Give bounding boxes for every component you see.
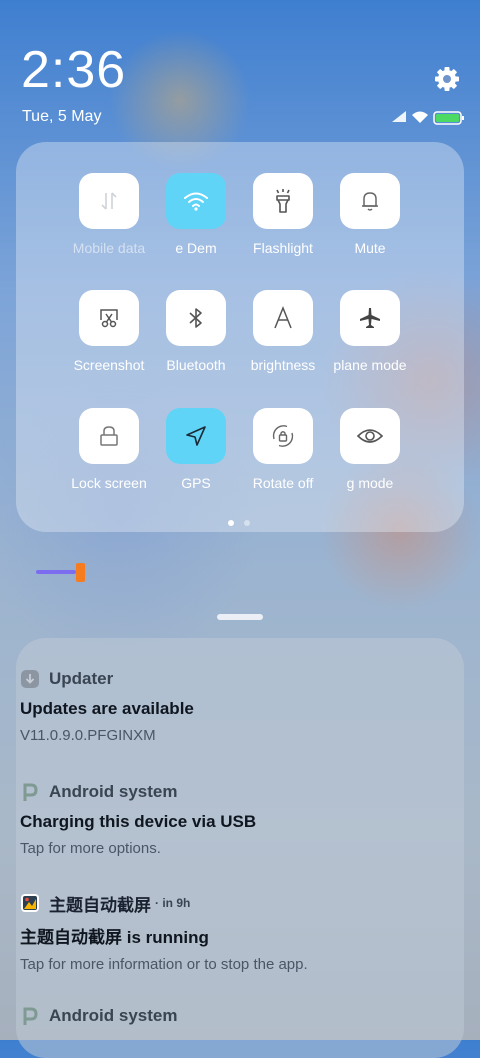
mobile-data-button[interactable]: [79, 173, 139, 229]
notification-title: Charging this device via USB: [20, 812, 257, 831]
app-icon: [20, 893, 40, 913]
notification-auto-screenshot[interactable]: 主题自动截屏 · in 9h 主题自动截屏 is running Tap for…: [20, 892, 440, 973]
notification-body: Tap for more information or to stop the …: [20, 956, 308, 973]
notification-title: 主题自动截屏 is running: [20, 928, 209, 947]
bluetooth-button[interactable]: [166, 290, 226, 346]
lock-icon: [100, 426, 118, 446]
tile-label: Bluetooth: [166, 357, 226, 373]
gps-button[interactable]: [166, 408, 226, 464]
screenshot-icon: [100, 309, 118, 328]
tile-screenshot[interactable]: Screenshot: [65, 290, 153, 375]
wifi-status-icon: [412, 111, 428, 123]
status-bar: 2:36 Tue, 5 May: [0, 0, 480, 140]
notification-body: V11.0.9.0.PFGINXM: [20, 727, 156, 744]
tile-reading-mode[interactable]: g mode: [326, 408, 414, 493]
tile-airplane-mode[interactable]: plane mode: [326, 290, 414, 375]
notification-app-name: Android system: [49, 1006, 178, 1025]
brightness-slider[interactable]: [36, 562, 86, 582]
android-p-icon: [20, 782, 40, 802]
tile-label: GPS: [181, 475, 211, 491]
notification-updater[interactable]: Updater Updates are available V11.0.9.0.…: [20, 668, 440, 744]
signal-icon: [392, 111, 406, 122]
airplane-mode-button[interactable]: [340, 290, 400, 346]
airplane-icon: [360, 308, 380, 328]
flashlight-icon: [276, 189, 290, 213]
notification-app-name: 主题自动截屏: [49, 895, 151, 915]
notification-time: · in 9h: [155, 896, 191, 910]
mute-button[interactable]: [340, 173, 400, 229]
screenshot-button[interactable]: [79, 290, 139, 346]
battery-icon: [433, 111, 464, 125]
tile-flashlight[interactable]: Flashlight: [239, 173, 327, 258]
rotate-lock-icon: [272, 425, 294, 447]
date: Tue, 5 May: [22, 108, 102, 125]
lock-screen-button[interactable]: [79, 408, 139, 464]
brightness-slider-thumb[interactable]: [76, 563, 85, 582]
tile-label: Mobile data: [72, 240, 146, 256]
notification-title: Updates are available: [20, 699, 194, 718]
wifi-button[interactable]: [166, 173, 226, 229]
tile-mute[interactable]: Mute: [326, 173, 414, 258]
eye-icon: [356, 429, 384, 443]
rotate-button[interactable]: [253, 408, 313, 464]
clock: 2:36: [21, 41, 127, 99]
drag-handle[interactable]: [217, 614, 263, 620]
tile-bluetooth[interactable]: Bluetooth: [152, 290, 240, 375]
system-status-icons: [390, 108, 466, 126]
tile-label: Lock screen: [71, 475, 147, 491]
tile-brightness[interactable]: brightness: [239, 290, 327, 375]
tile-label: Screenshot: [73, 357, 145, 373]
updater-icon: [20, 669, 40, 689]
bell-icon: [362, 192, 378, 211]
settings-gear-icon[interactable]: [432, 64, 462, 94]
tile-label: Rotate off: [252, 475, 314, 491]
page-dot-active: [228, 520, 234, 526]
wifi-icon: [184, 192, 208, 211]
notification-android-system-usb[interactable]: Android system Charging this device via …: [20, 781, 440, 857]
tile-label: brightness: [250, 357, 316, 373]
tile-label: Flashlight: [253, 240, 313, 256]
tile-lock-screen[interactable]: Lock screen: [65, 408, 153, 493]
tile-gps[interactable]: GPS: [152, 408, 240, 493]
brightness-button[interactable]: [253, 290, 313, 346]
notification-app-name: Updater: [49, 669, 114, 688]
brightness-slider-track: [36, 570, 76, 574]
tile-mobile-data[interactable]: Mobile data: [65, 173, 153, 258]
tile-rotate[interactable]: Rotate off: [239, 408, 327, 493]
tile-wifi[interactable]: e Dem: [152, 173, 240, 258]
tile-label: Mute: [354, 240, 386, 256]
android-p-icon: [20, 1006, 40, 1026]
bluetooth-icon: [189, 308, 202, 328]
gps-icon: [186, 426, 206, 446]
notification-app-name: Android system: [49, 782, 178, 801]
tile-label: g mode: [346, 475, 394, 491]
page-dot: [244, 520, 250, 526]
mobile-data-icon: [101, 192, 117, 210]
flashlight-button[interactable]: [253, 173, 313, 229]
notification-body: Tap for more options.: [20, 840, 161, 857]
notification-android-system[interactable]: Android system: [20, 1005, 440, 1027]
reading-mode-button[interactable]: [340, 408, 400, 464]
tile-label: plane mode: [333, 357, 407, 373]
brightness-icon: [274, 306, 292, 329]
tile-label: e Dem: [175, 240, 217, 256]
